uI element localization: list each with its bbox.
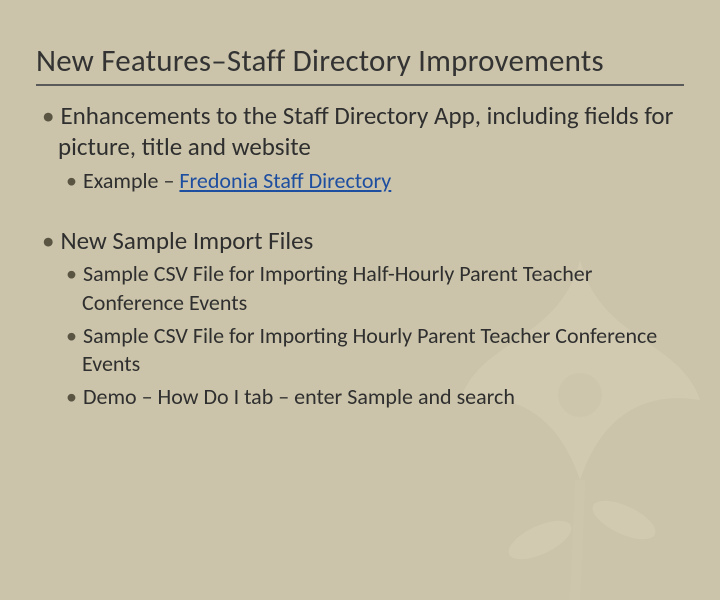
- bullet-dot-icon: •: [66, 322, 77, 349]
- bullet-dot-icon: •: [42, 100, 54, 131]
- bullet-text: Enhancements to the Staff Directory App,…: [58, 100, 673, 162]
- bullet-text: Sample CSV File for Importing Half-Hourl…: [82, 260, 592, 316]
- spacer: [36, 199, 684, 221]
- bullet-dot-icon: •: [42, 225, 54, 256]
- bullet-csv-hourly: •Sample CSV File for Importing Hourly Pa…: [62, 322, 684, 379]
- bullet-example: •Example – Fredonia Staff Directory: [62, 167, 684, 196]
- bullet-text: Demo – How Do I tab – enter Sample and s…: [83, 383, 515, 410]
- bullet-text: Example –: [83, 167, 179, 194]
- bullet-new-sample-import: •New Sample Import Files: [36, 225, 684, 256]
- bullet-enhancements: •Enhancements to the Staff Directory App…: [36, 100, 684, 163]
- slide-title: New Features–Staff Directory Improvement…: [36, 42, 684, 86]
- slide: New Features–Staff Directory Improvement…: [0, 0, 720, 540]
- bullet-dot-icon: •: [66, 260, 77, 287]
- bullet-text: New Sample Import Files: [60, 225, 313, 256]
- bullet-text: Sample CSV File for Importing Hourly Par…: [82, 322, 657, 378]
- bullet-csv-half-hourly: •Sample CSV File for Importing Half-Hour…: [62, 260, 684, 317]
- fredonia-staff-directory-link[interactable]: Fredonia Staff Directory: [179, 167, 391, 194]
- bullet-dot-icon: •: [66, 167, 77, 194]
- bullet-demo: •Demo – How Do I tab – enter Sample and …: [62, 383, 684, 412]
- bullet-dot-icon: •: [66, 383, 77, 410]
